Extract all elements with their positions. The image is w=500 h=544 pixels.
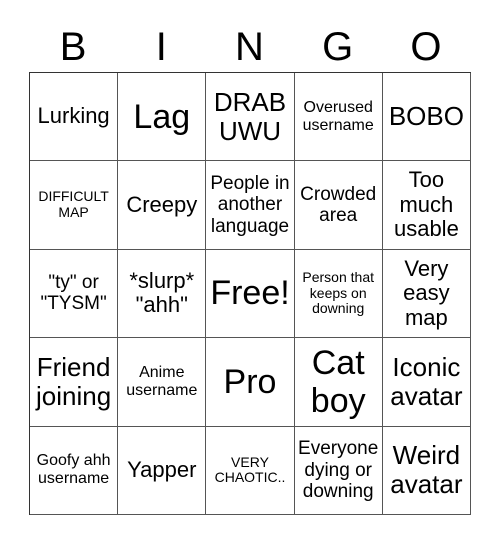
- bingo-cell[interactable]: Everyone dying or downing: [294, 426, 383, 515]
- header-letter-n: N: [235, 25, 264, 69]
- cell-text: Pro: [223, 362, 277, 401]
- header-letter-b: B: [59, 25, 87, 69]
- cell-text: Anime username: [126, 363, 198, 399]
- header-letter-i: I: [155, 25, 167, 69]
- bingo-cell[interactable]: Too much usable: [382, 161, 471, 250]
- bingo-cell[interactable]: Anime username: [118, 338, 207, 427]
- bingo-cell[interactable]: Yapper: [118, 426, 207, 515]
- cell-text: Everyone dying or downing: [298, 438, 379, 502]
- bingo-cell[interactable]: Weird avatar: [382, 426, 471, 515]
- cell-text: DIFFICULT MAP: [38, 188, 109, 221]
- cell-text: Friend joining: [36, 351, 112, 411]
- bingo-cell[interactable]: Very easy map: [382, 249, 471, 339]
- cell-text: Goofy ahh username: [36, 452, 111, 488]
- bingo-cell[interactable]: Pro: [206, 338, 295, 427]
- bingo-cell[interactable]: Person that keeps on downing: [294, 249, 383, 339]
- bingo-cell[interactable]: VERY CHAOTIC..: [206, 426, 295, 515]
- bingo-cell[interactable]: Lag: [118, 73, 207, 162]
- bingo-header: B I N G O: [29, 22, 470, 72]
- bingo-cell[interactable]: *slurp* "ahh": [118, 249, 207, 339]
- cell-text: Yapper: [127, 456, 197, 482]
- cell-text: Very easy map: [403, 255, 450, 330]
- cell-text: "ty" or "TYSM": [40, 272, 107, 315]
- bingo-cell[interactable]: Crowded area: [294, 161, 383, 250]
- free-space-cell[interactable]: Free!: [206, 249, 295, 339]
- cell-text: People in another language: [210, 173, 290, 237]
- cell-text: Cat boy: [310, 343, 366, 420]
- cell-text: Lag: [133, 97, 191, 136]
- cell-text: VERY CHAOTIC..: [214, 453, 286, 486]
- cell-text: Crowded area: [300, 183, 377, 227]
- cell-text: Overused username: [302, 98, 374, 134]
- bingo-cell[interactable]: BOBO: [382, 73, 471, 162]
- cell-text: Weird avatar: [390, 440, 463, 500]
- cell-text: Person that keeps on downing: [302, 268, 374, 317]
- cell-text: Too much usable: [393, 167, 459, 242]
- bingo-cell[interactable]: People in another language: [206, 161, 295, 250]
- bingo-cell[interactable]: DIFFICULT MAP: [30, 161, 119, 250]
- bingo-cell[interactable]: Lurking: [30, 73, 119, 162]
- bingo-cell[interactable]: Cat boy: [294, 338, 383, 427]
- cell-text: Creepy: [126, 191, 198, 217]
- bingo-cell[interactable]: Goofy ahh username: [30, 426, 119, 515]
- cell-text: BOBO: [388, 101, 464, 132]
- cell-text: *slurp* "ahh": [129, 267, 195, 318]
- cell-text: Iconic avatar: [390, 351, 463, 411]
- bingo-cell[interactable]: Creepy: [118, 161, 207, 250]
- cell-text: Free!: [210, 274, 290, 313]
- bingo-cell[interactable]: Friend joining: [30, 338, 119, 427]
- header-letter-o: O: [410, 25, 442, 69]
- header-letter-g: G: [322, 25, 354, 69]
- bingo-grid: Lurking Lag DRAB UWU Overused username B…: [29, 72, 471, 515]
- cell-text: DRAB UWU: [213, 86, 287, 146]
- bingo-cell[interactable]: Iconic avatar: [382, 338, 471, 427]
- cell-text: Lurking: [37, 103, 110, 129]
- bingo-cell[interactable]: Overused username: [294, 73, 383, 162]
- bingo-cell[interactable]: "ty" or "TYSM": [30, 249, 119, 339]
- bingo-cell[interactable]: DRAB UWU: [206, 73, 295, 162]
